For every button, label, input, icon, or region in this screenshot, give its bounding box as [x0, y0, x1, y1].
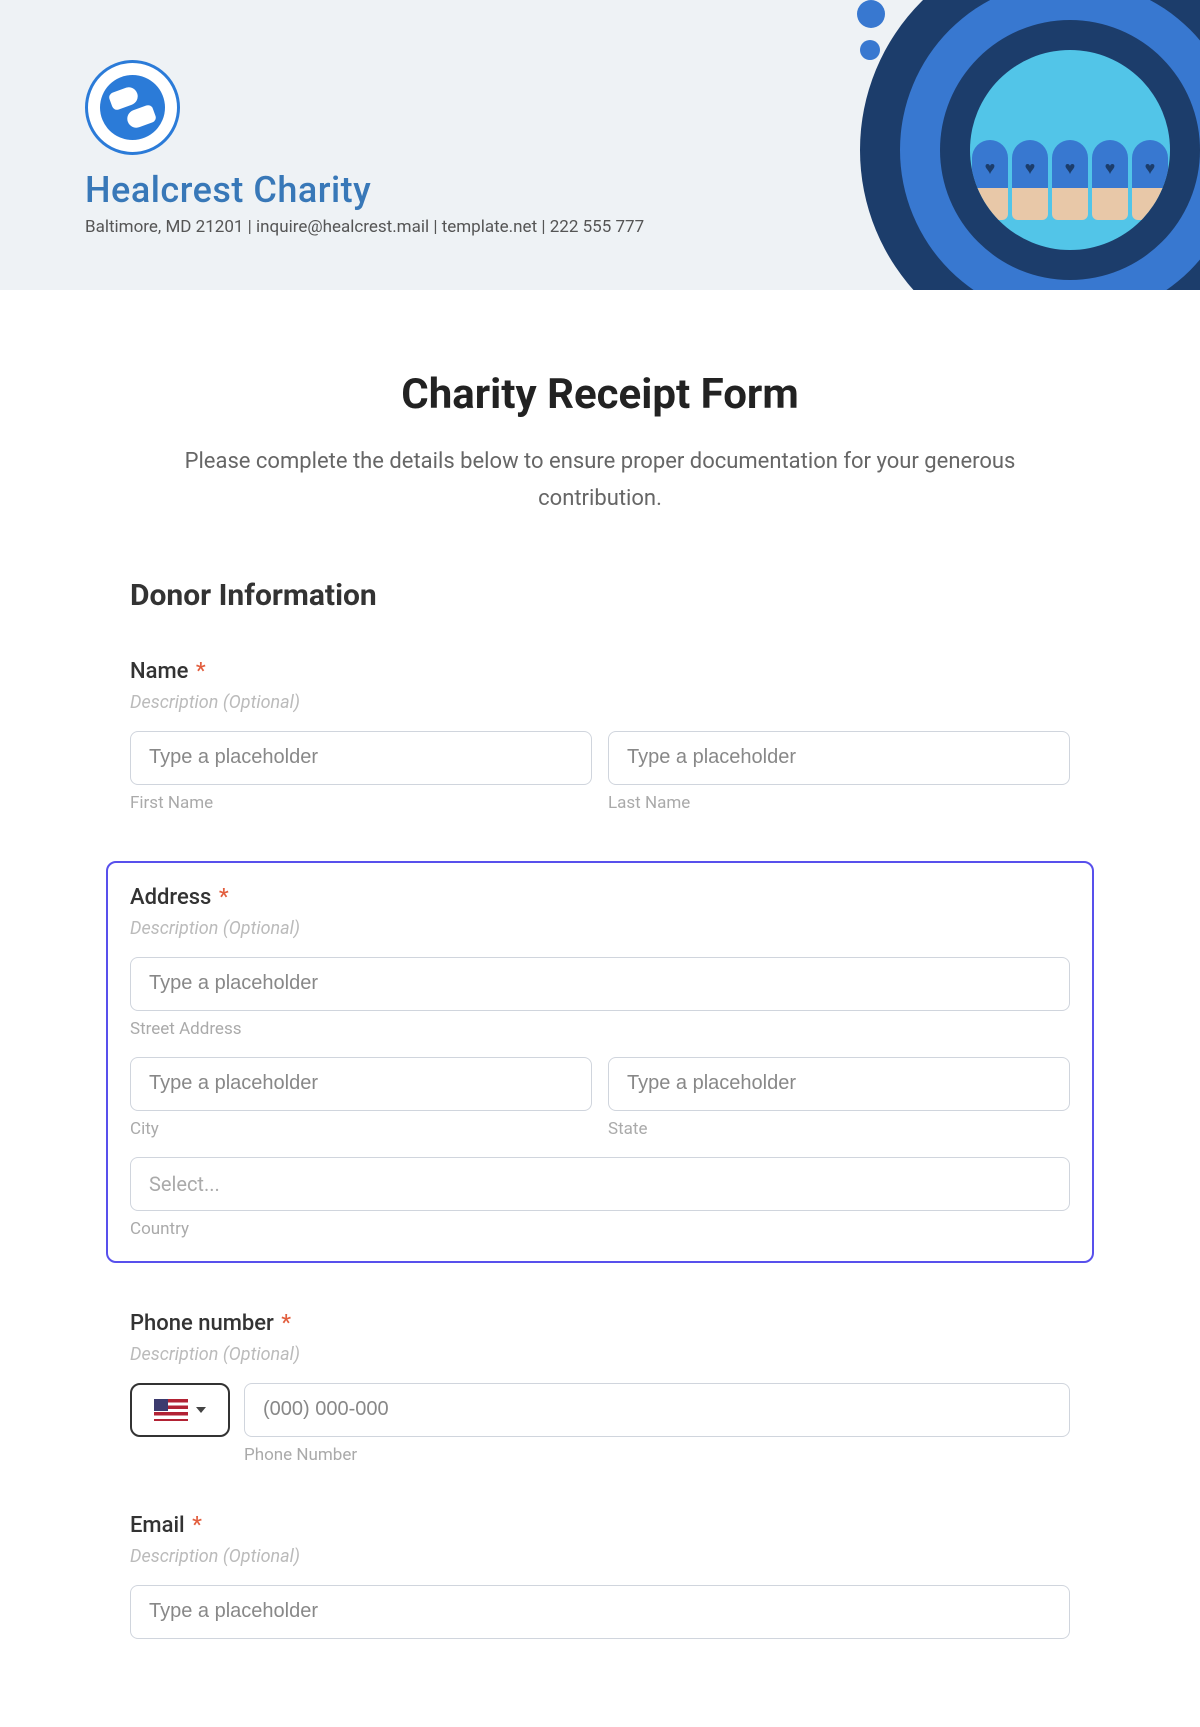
email-input[interactable] [130, 1585, 1070, 1639]
header-photo [970, 50, 1170, 250]
city-sublabel: City [130, 1119, 592, 1139]
required-asterisk: * [190, 659, 205, 684]
first-name-sublabel: First Name [130, 793, 592, 813]
address-label: Address * [130, 885, 1070, 910]
chevron-down-icon [196, 1407, 206, 1413]
address-description[interactable]: Description (Optional) [130, 918, 1070, 939]
country-code-button[interactable] [130, 1383, 230, 1437]
phone-description[interactable]: Description (Optional) [130, 1344, 1070, 1365]
field-email: Email * Description (Optional) [130, 1513, 1070, 1639]
field-name: Name * Description (Optional) First Name… [130, 659, 1070, 813]
page-header: Healcrest Charity Baltimore, MD 21201 | … [0, 0, 1200, 290]
email-description[interactable]: Description (Optional) [130, 1546, 1070, 1567]
field-phone: Phone number * Description (Optional) Ph… [130, 1311, 1070, 1465]
required-asterisk: * [276, 1311, 291, 1336]
last-name-input[interactable] [608, 731, 1070, 785]
street-sublabel: Street Address [130, 1019, 1070, 1039]
logo-icon [85, 60, 180, 155]
email-label: Email * [130, 1513, 1070, 1538]
form-content: Charity Receipt Form Please complete the… [130, 290, 1070, 1727]
first-name-input[interactable] [130, 731, 592, 785]
street-input[interactable] [130, 957, 1070, 1011]
country-select[interactable]: Select... [130, 1157, 1070, 1211]
field-address: Address * Description (Optional) Street … [106, 861, 1094, 1263]
state-sublabel: State [608, 1119, 1070, 1139]
section-donor-title: Donor Information [130, 578, 1070, 613]
state-input[interactable] [608, 1057, 1070, 1111]
phone-input[interactable] [244, 1383, 1070, 1437]
required-asterisk: * [187, 1513, 202, 1538]
required-asterisk: * [213, 885, 228, 910]
header-decoration [780, 0, 1200, 290]
phone-label: Phone number * [130, 1311, 1070, 1336]
country-sublabel: Country [130, 1219, 1070, 1239]
form-title: Charity Receipt Form [130, 370, 1070, 419]
form-intro: Please complete the details below to ens… [150, 443, 1050, 518]
name-label: Name * [130, 659, 1070, 684]
city-input[interactable] [130, 1057, 592, 1111]
phone-sublabel: Phone Number [244, 1445, 1070, 1465]
us-flag-icon [154, 1399, 188, 1421]
name-description[interactable]: Description (Optional) [130, 692, 1070, 713]
last-name-sublabel: Last Name [608, 793, 1070, 813]
